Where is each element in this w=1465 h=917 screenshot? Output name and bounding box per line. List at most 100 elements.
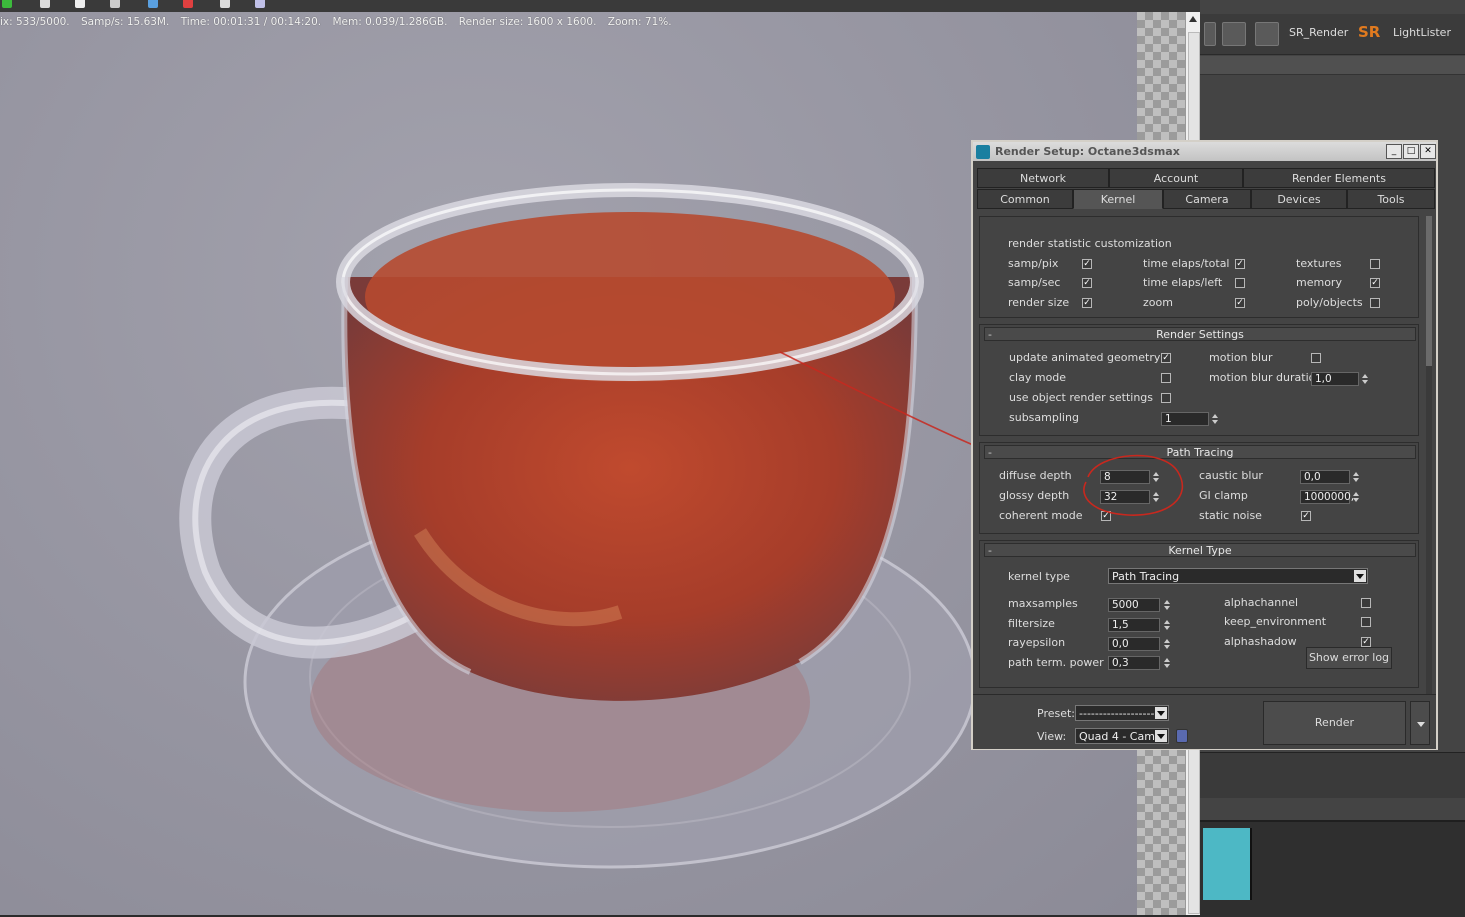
lock-icon[interactable] [1176,729,1188,743]
dialog-titlebar[interactable]: Render Setup: Octane3dsmax _ □ ✕ [973,142,1436,161]
timeline-thumbnail[interactable] [1203,828,1252,900]
stat-checkbox[interactable]: ✓ [1082,298,1092,308]
sr-render-label[interactable]: SR_Render [1289,26,1348,39]
pause-icon[interactable] [75,0,85,8]
stat-checkbox[interactable]: ✓ [1235,259,1245,269]
subsampling-input[interactable]: 1 [1161,412,1209,426]
kernel-type-header[interactable]: - Kernel Type [984,543,1416,557]
clay-mode-checkbox[interactable] [1161,373,1171,383]
kernel-type-value: Path Tracing [1112,570,1180,583]
scroll-up-icon[interactable] [1189,16,1197,22]
subsampling-spinner[interactable] [1210,412,1220,426]
motion-blur-checkbox[interactable] [1311,353,1321,363]
stat-checkbox[interactable] [1370,259,1380,269]
chevron-down-icon[interactable] [1354,570,1366,582]
stat-label: zoom [1143,296,1173,309]
dialog-title: Render Setup: Octane3dsmax [995,145,1180,158]
minimize-icon[interactable]: _ [1386,144,1402,159]
collapse-icon[interactable]: - [988,328,992,341]
caustic-blur-input[interactable]: 0,0 [1300,470,1350,484]
render-teapot-icon[interactable] [1255,22,1279,46]
stat-checkbox[interactable]: ✓ [1370,278,1380,288]
subsampling-label: subsampling [1009,411,1079,424]
toolbar-icon-6[interactable] [183,0,193,8]
filtersize-spinner[interactable] [1162,618,1172,632]
view-value: Quad 4 - Camer [1079,730,1167,743]
timeline-area [1200,820,1465,917]
stat-label: memory [1296,276,1342,289]
render-setup-dialog: Render Setup: Octane3dsmax _ □ ✕ Network… [971,140,1438,750]
gi-clamp-spinner[interactable] [1351,490,1361,504]
path-term-power-spinner[interactable] [1162,656,1172,670]
status-mem: Mem: 0.039/1.286GB. [332,16,448,28]
preset-dropdown[interactable]: ------------------- [1075,705,1169,721]
render-dropdown-button[interactable] [1410,701,1430,745]
toolbar-icon-7[interactable] [220,0,230,8]
stat-checkbox[interactable] [1235,278,1245,288]
chevron-down-icon[interactable] [1155,707,1167,719]
main-toolbar [0,0,1200,12]
caustic-blur-spinner[interactable] [1351,470,1361,484]
rayepsilon-input[interactable]: 0,0 [1108,637,1160,651]
motion-blur-duration-spinner[interactable] [1360,372,1370,386]
maxsamples-input[interactable]: 5000 [1108,598,1160,612]
kernel-type-dropdown[interactable]: Path Tracing [1108,568,1368,584]
toolbar-icon-8[interactable] [255,0,265,8]
tab-devices[interactable]: Devices [1251,189,1347,209]
dialog-scroll-thumb[interactable] [1426,216,1432,366]
color-wheel-icon[interactable] [148,0,158,8]
tab-network[interactable]: Network [977,168,1109,188]
use-object-render-settings-checkbox[interactable] [1161,393,1171,403]
tab-render-elements[interactable]: Render Elements [1243,168,1435,188]
toolbar-icon-2[interactable] [40,0,50,8]
tab-camera[interactable]: Camera [1163,189,1251,209]
light-lister-label[interactable]: LightLister [1393,26,1451,39]
stat-checkbox[interactable]: ✓ [1235,298,1245,308]
tab-account[interactable]: Account [1109,168,1243,188]
teapot-icon[interactable] [1222,22,1246,46]
tab-kernel[interactable]: Kernel [1073,189,1163,209]
collapse-icon[interactable]: - [988,544,992,557]
motion-blur-duration-label: motion blur duration [1209,371,1323,384]
toolbar-icon-4[interactable] [110,0,120,8]
path-term-power-input[interactable]: 0,3 [1108,656,1160,670]
render-frame-icon[interactable] [1204,22,1216,46]
toolbar-icon-1[interactable] [2,0,12,8]
filtersize-label: filtersize [1008,617,1055,630]
render-settings-title: Render Settings [1156,328,1244,341]
maxsamples-label: maxsamples [1008,597,1078,610]
static-noise-label: static noise [1199,509,1262,522]
chevron-down-icon[interactable] [1155,730,1167,742]
stat-checkbox[interactable] [1370,298,1380,308]
tab-common[interactable]: Common [977,189,1073,209]
maxsamples-spinner[interactable] [1162,598,1172,612]
update-animated-geometry-checkbox[interactable]: ✓ [1161,353,1171,363]
gi-clamp-input[interactable]: 1000000, [1300,490,1354,504]
stat-label: render size [1008,296,1070,309]
status-samp-pix: ix: 533/5000. [0,16,70,28]
keep-environment-checkbox[interactable] [1361,617,1371,627]
static-noise-checkbox[interactable]: ✓ [1301,511,1311,521]
path-tracing-header[interactable]: - Path Tracing [984,445,1416,459]
dialog-scrollbar[interactable] [1426,216,1432,694]
alphashadow-checkbox[interactable]: ✓ [1361,637,1371,647]
render-settings-header[interactable]: - Render Settings [984,327,1416,341]
collapse-icon[interactable]: - [988,446,992,459]
stat-checkbox[interactable]: ✓ [1082,278,1092,288]
glossy-depth-label: glossy depth [999,489,1070,502]
close-icon[interactable]: ✕ [1420,144,1436,159]
rayepsilon-spinner[interactable] [1162,637,1172,651]
stat-label: samp/pix [1008,257,1059,270]
show-error-log-button[interactable]: Show error log [1306,647,1392,669]
sr-logo[interactable]: SR [1358,23,1380,41]
alphachannel-checkbox[interactable] [1361,598,1371,608]
stat-checkbox[interactable]: ✓ [1082,259,1092,269]
view-dropdown[interactable]: Quad 4 - Camer [1075,728,1169,744]
filtersize-input[interactable]: 1,5 [1108,618,1160,632]
view-label: View: [1037,730,1067,743]
kernel-type-title: Kernel Type [1168,544,1232,557]
motion-blur-duration-input[interactable]: 1,0 [1311,372,1359,386]
maximize-icon[interactable]: □ [1403,144,1419,159]
render-button[interactable]: Render [1263,701,1406,745]
tab-tools[interactable]: Tools [1347,189,1435,209]
